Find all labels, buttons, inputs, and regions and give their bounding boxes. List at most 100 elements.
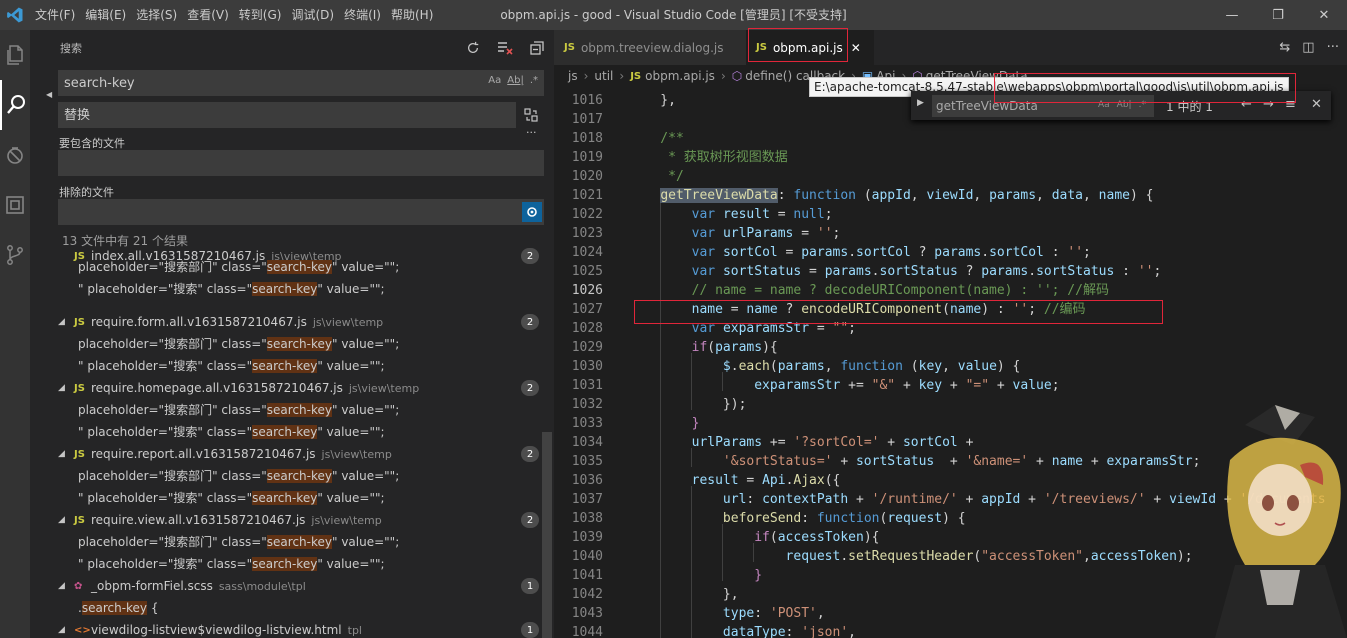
extensions-icon[interactable] xyxy=(0,180,30,230)
file-path: js\view\temp xyxy=(321,448,392,461)
breadcrumb-item[interactable]: js xyxy=(568,69,578,83)
line-number: 1025 xyxy=(571,264,603,279)
breadcrumb-item[interactable]: util xyxy=(594,69,613,83)
menu-terminal[interactable]: 终端(I) xyxy=(339,0,386,30)
explorer-icon[interactable] xyxy=(0,30,30,80)
result-file[interactable]: ◢ JS require.view.all.v1631587210467.js j… xyxy=(30,509,542,531)
split-editor-icon[interactable]: ◫ xyxy=(1302,40,1314,55)
result-match[interactable]: placeholder="搜索部门" class="search-key" va… xyxy=(78,333,399,355)
code-line: 1031 exparamsStr += "&" + key + "=" + va… xyxy=(554,376,1347,395)
exclude-label: 排除的文件 xyxy=(59,186,114,199)
result-match[interactable]: " placeholder="搜索" class="search-key" va… xyxy=(78,278,385,300)
code-line: 1029 if(params){ xyxy=(554,338,1347,357)
result-match[interactable]: placeholder="搜索部门" class="search-key" va… xyxy=(78,399,399,421)
code-line: 1020 */ xyxy=(554,167,1347,186)
menu-view[interactable]: 查看(V) xyxy=(182,0,234,30)
result-file[interactable]: ◢ JS require.homepage.all.v1631587210467… xyxy=(30,377,542,399)
line-number: 1017 xyxy=(571,112,603,127)
file-path: tpl xyxy=(347,624,362,637)
code-line: 1023 var urlParams = ''; xyxy=(554,224,1347,243)
result-file[interactable]: ◢ <> viewdilog-listview$viewdilog-listvi… xyxy=(30,619,542,638)
exclude-field[interactable] xyxy=(58,199,544,225)
close-icon[interactable]: ✕ xyxy=(851,41,861,55)
line-number: 1031 xyxy=(571,378,603,393)
file-name: require.view.all.v1631587210467.js xyxy=(91,513,306,527)
file-name: _obpm-formFiel.scss xyxy=(91,579,213,593)
menu-file[interactable]: 文件(F) xyxy=(30,0,80,30)
more-options-icon[interactable]: ··· xyxy=(526,126,537,139)
mascot-illustration xyxy=(1215,405,1347,638)
search-sidebar: 搜索 ◀ Aa Ab| .* ··· 要包含的文件 排除的文件 13 文件中有 … xyxy=(30,30,554,638)
result-match[interactable]: .search-key { xyxy=(78,597,158,619)
menu-help[interactable]: 帮助(H) xyxy=(386,0,438,30)
include-input[interactable] xyxy=(64,155,544,171)
match-count-badge: 2 xyxy=(521,248,539,264)
file-path: js\view\temp xyxy=(348,382,420,395)
compare-icon[interactable]: ⇆ xyxy=(1279,40,1290,55)
result-file[interactable]: ◢ JS require.form.all.v1631587210467.js j… xyxy=(30,311,542,333)
result-match[interactable]: " placeholder="搜索" class="search-key" va… xyxy=(78,421,385,443)
replace-input[interactable] xyxy=(64,107,516,123)
chevron-down-icon: ◢ xyxy=(58,317,65,327)
menu-bar: 文件(F) 编辑(E) 选择(S) 查看(V) 转到(G) 调试(D) 终端(I… xyxy=(30,0,438,30)
result-match[interactable]: placeholder="搜索部门" class="search-key" va… xyxy=(78,465,399,487)
clear-results-icon[interactable] xyxy=(494,38,516,58)
line-number: 1019 xyxy=(571,150,603,165)
replace-field[interactable] xyxy=(58,102,516,128)
include-field[interactable] xyxy=(58,150,544,176)
match-count-badge: 2 xyxy=(521,314,539,330)
regex-toggle[interactable]: .* xyxy=(530,75,538,86)
tab-treeview-dialog[interactable]: JS obpm.treeview.dialog.js xyxy=(554,30,746,65)
more-icon[interactable]: ··· xyxy=(1327,40,1339,55)
replace-all-icon[interactable] xyxy=(524,108,538,125)
js-file-icon: JS xyxy=(74,514,85,526)
result-file[interactable]: ◢ ✿ _obpm-formFiel.scss sass\module\tpl 1 xyxy=(30,575,542,597)
result-match[interactable]: " placeholder="搜索" class="search-key" va… xyxy=(78,487,385,509)
exclude-settings-icon[interactable] xyxy=(522,202,542,222)
menu-go[interactable]: 转到(G) xyxy=(234,0,287,30)
match-count-badge: 2 xyxy=(521,380,539,396)
minimize-icon[interactable]: — xyxy=(1209,0,1255,30)
exclude-input[interactable] xyxy=(64,204,544,220)
result-match[interactable]: placeholder="搜索部门" class="search-key" va… xyxy=(78,256,399,278)
editor-tabs: JS obpm.treeview.dialog.js JS obpm.api.j… xyxy=(554,30,1347,65)
search-field[interactable]: Aa Ab| .* xyxy=(58,70,544,96)
chevron-right-icon: › xyxy=(619,69,625,83)
search-input[interactable] xyxy=(64,75,544,91)
title-bar: 文件(F) 编辑(E) 选择(S) 查看(V) 转到(G) 调试(D) 终端(I… xyxy=(0,0,1347,30)
match-case-toggle[interactable]: Aa xyxy=(488,75,501,86)
collapse-all-icon[interactable] xyxy=(526,38,548,58)
result-match[interactable]: placeholder="搜索部门" class="search-key" va… xyxy=(78,531,399,553)
editor-actions: ⇆ ◫ ··· xyxy=(1279,30,1347,65)
restore-icon[interactable]: ❐ xyxy=(1255,0,1301,30)
annotation-box xyxy=(994,73,1296,103)
chevron-down-icon: ◢ xyxy=(58,581,65,591)
refresh-icon[interactable] xyxy=(462,38,484,58)
code-line: 1025 var sortStatus = params.sortStatus … xyxy=(554,262,1347,281)
close-window-icon[interactable]: ✕ xyxy=(1301,0,1347,30)
menu-edit[interactable]: 编辑(E) xyxy=(80,0,131,30)
debug-icon[interactable] xyxy=(0,130,30,180)
menu-debug[interactable]: 调试(D) xyxy=(286,0,339,30)
result-file[interactable]: ◢ JS require.report.all.v1631587210467.j… xyxy=(30,443,542,465)
source-control-icon[interactable] xyxy=(0,230,30,280)
toggle-replace-icon[interactable]: ▶ xyxy=(917,98,924,108)
result-match[interactable]: " placeholder="搜索" class="search-key" va… xyxy=(78,355,385,377)
line-number: 1043 xyxy=(571,606,603,621)
line-number: 1037 xyxy=(571,492,603,507)
result-match[interactable]: " placeholder="搜索" class="search-key" va… xyxy=(78,553,385,575)
search-icon[interactable] xyxy=(0,80,30,130)
toggle-replace-icon[interactable]: ◀ xyxy=(46,90,52,99)
close-icon[interactable]: ✕ xyxy=(1311,97,1322,112)
js-file-icon: JS xyxy=(74,448,85,460)
line-number: 1026 xyxy=(571,283,603,298)
include-label: 要包含的文件 xyxy=(59,137,125,150)
match-word-toggle[interactable]: Ab| xyxy=(507,75,524,86)
line-number: 1041 xyxy=(571,568,603,583)
breadcrumb-item[interactable]: obpm.api.js xyxy=(645,69,715,83)
line-number: 1023 xyxy=(571,226,603,241)
vscode-logo-icon xyxy=(0,0,30,30)
menu-selection[interactable]: 选择(S) xyxy=(131,0,182,30)
sidebar-scrollbar[interactable] xyxy=(542,432,552,638)
line-number: 1039 xyxy=(571,530,603,545)
